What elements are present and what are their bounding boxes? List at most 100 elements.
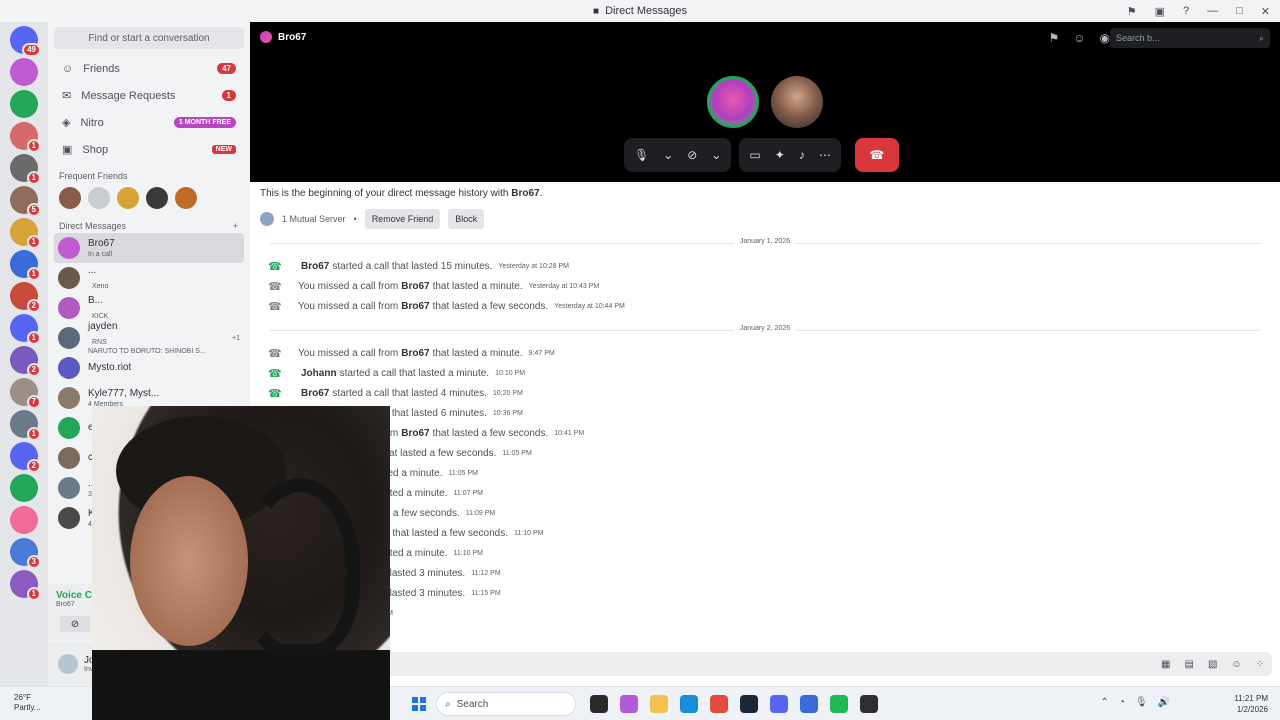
- taskbar-search[interactable]: ⌕ Search: [436, 692, 576, 716]
- message-timestamp[interactable]: 10:10 PM: [495, 370, 525, 377]
- block-button[interactable]: Block: [448, 209, 485, 229]
- close-button[interactable]: ✕: [1261, 5, 1270, 18]
- message-timestamp[interactable]: 11:10 PM: [454, 550, 483, 557]
- server-icon[interactable]: 3: [10, 538, 41, 569]
- friend-avatar[interactable]: [59, 187, 81, 209]
- dm-item[interactable]: jayden RNS NARUTO TO BORUTO: SHINOBI S... +…: [54, 321, 244, 355]
- more-icon[interactable]: ⋯: [819, 148, 831, 162]
- dm-item[interactable]: B... KICK: [54, 293, 244, 323]
- server-icon[interactable]: 1: [10, 154, 41, 185]
- screen-share-icon[interactable]: ▭: [749, 148, 760, 162]
- server-icon[interactable]: 49: [10, 26, 41, 57]
- message-author[interactable]: Bro67: [401, 281, 429, 292]
- server-icon[interactable]: [10, 58, 38, 86]
- friend-avatar[interactable]: [117, 187, 139, 209]
- user-profile-icon[interactable]: ◉: [1100, 31, 1110, 45]
- message-timestamp[interactable]: 11:05 PM: [502, 450, 531, 457]
- start-button[interactable]: [412, 697, 426, 711]
- message-timestamp[interactable]: 11:05 PM: [449, 470, 478, 477]
- soundboard-icon[interactable]: ♪: [799, 148, 805, 162]
- add-friends-icon[interactable]: ☺: [1073, 31, 1085, 45]
- remove-friend-button[interactable]: Remove Friend: [364, 209, 441, 229]
- dm-item[interactable]: Bro67 In a call: [54, 233, 244, 263]
- message-timestamp[interactable]: Yesterday at 10:28 PM: [498, 263, 569, 270]
- message-timestamp[interactable]: 11:09 PM: [466, 510, 495, 517]
- maximize-button[interactable]: □: [1236, 5, 1243, 17]
- minimize-button[interactable]: —: [1207, 5, 1218, 17]
- emoji-icon[interactable]: ☺: [1231, 659, 1241, 670]
- server-icon[interactable]: 2: [10, 346, 41, 377]
- avatar[interactable]: [58, 654, 78, 674]
- pin-icon[interactable]: ⚑: [1127, 5, 1137, 18]
- microphone-icon[interactable]: 🎙: [634, 148, 649, 162]
- server-icon[interactable]: [10, 90, 38, 118]
- message-timestamp[interactable]: 10:36 PM: [493, 410, 523, 417]
- friend-avatar[interactable]: [175, 187, 197, 209]
- nav-shop[interactable]: ▣ Shop NEW: [54, 136, 244, 163]
- spotify-icon[interactable]: [830, 695, 848, 713]
- friend-avatar[interactable]: [88, 187, 110, 209]
- steam-icon[interactable]: [740, 695, 758, 713]
- clock[interactable]: 11:21 PM 1/2/2026: [1234, 693, 1268, 715]
- message-author[interactable]: Johann: [301, 368, 337, 379]
- find-conversation-button[interactable]: Find or start a conversation: [54, 27, 244, 49]
- message-author[interactable]: Bro67: [401, 348, 429, 359]
- search-input[interactable]: Search b... ⌕: [1110, 28, 1270, 48]
- terminal-icon[interactable]: [590, 695, 608, 713]
- server-icon[interactable]: 1: [10, 314, 41, 345]
- mutual-servers[interactable]: 1 Mutual Server: [282, 214, 346, 224]
- message-timestamp[interactable]: 11:15 PM: [471, 590, 500, 597]
- message-timestamp[interactable]: 11:10 PM: [514, 530, 543, 537]
- apps-icon[interactable]: ⁘: [1256, 659, 1264, 670]
- participant-avatar[interactable]: [707, 76, 759, 128]
- gif-icon[interactable]: ▤: [1184, 659, 1193, 670]
- message-timestamp[interactable]: 10:41 PM: [554, 430, 584, 437]
- activities-icon[interactable]: ✦: [775, 148, 785, 162]
- chrome-icon[interactable]: [710, 695, 728, 713]
- message-timestamp[interactable]: Yesterday at 10:43 PM: [529, 283, 600, 290]
- server-icon[interactable]: 1: [10, 250, 41, 281]
- camera-off-icon[interactable]: ⊘: [687, 148, 697, 162]
- server-icon[interactable]: 1: [10, 218, 41, 249]
- discord-icon[interactable]: [770, 695, 788, 713]
- server-icon[interactable]: [10, 474, 38, 502]
- participant-avatar[interactable]: [771, 76, 823, 128]
- nav-nitro[interactable]: ◈ Nitro 1 MONTH FREE: [54, 109, 244, 136]
- chevron-down-icon[interactable]: ⌄: [663, 148, 673, 162]
- obs-icon[interactable]: [860, 695, 878, 713]
- message-author[interactable]: Bro67: [301, 261, 329, 272]
- message-author[interactable]: Bro67: [401, 428, 429, 439]
- mic-icon[interactable]: 🎙: [1135, 697, 1148, 708]
- dm-item[interactable]: ... Xeno: [54, 263, 244, 293]
- nav-message-requests[interactable]: ✉ Message Requests 1: [54, 82, 244, 109]
- message-author[interactable]: Bro67: [301, 388, 329, 399]
- server-icon[interactable]: 1: [10, 410, 41, 441]
- server-icon[interactable]: 5: [10, 186, 41, 217]
- message-timestamp[interactable]: 9:47 PM: [529, 350, 555, 357]
- message-timestamp[interactable]: Yesterday at 10:44 PM: [554, 303, 625, 310]
- message-input[interactable]: ▦ ▤ ▧ ☺ ⁘: [258, 652, 1272, 676]
- nav-friends[interactable]: ☺ Friends 47: [54, 55, 244, 82]
- inbox-icon[interactable]: ▣: [1155, 5, 1165, 18]
- message-timestamp[interactable]: 11:07 PM: [454, 490, 483, 497]
- server-icon[interactable]: [10, 506, 38, 534]
- hang-up-button[interactable]: ☎: [854, 138, 899, 172]
- message-timestamp[interactable]: 11:12 PM: [471, 570, 500, 577]
- server-icon[interactable]: 7: [10, 378, 41, 409]
- edge-icon[interactable]: [680, 695, 698, 713]
- sticker-icon[interactable]: ▧: [1208, 659, 1217, 670]
- gift-icon[interactable]: ▦: [1161, 659, 1170, 670]
- friend-avatar[interactable]: [146, 187, 168, 209]
- camera-off-icon[interactable]: ⊘: [60, 616, 90, 632]
- help-icon[interactable]: ?: [1183, 5, 1189, 17]
- volume-icon[interactable]: 🔊: [1158, 697, 1170, 708]
- chevron-up-icon[interactable]: ⌃: [1100, 697, 1108, 708]
- create-dm-button[interactable]: +: [233, 221, 238, 231]
- pin-icon[interactable]: ⚑: [1048, 31, 1059, 45]
- server-icon[interactable]: 1: [10, 122, 41, 153]
- copilot-icon[interactable]: [620, 695, 638, 713]
- weather-widget[interactable]: 26°F Partly...: [14, 693, 41, 713]
- chevron-down-icon[interactable]: ⌄: [711, 148, 721, 162]
- store-icon[interactable]: [800, 695, 818, 713]
- network-icon[interactable]: ◔: [1119, 697, 1125, 708]
